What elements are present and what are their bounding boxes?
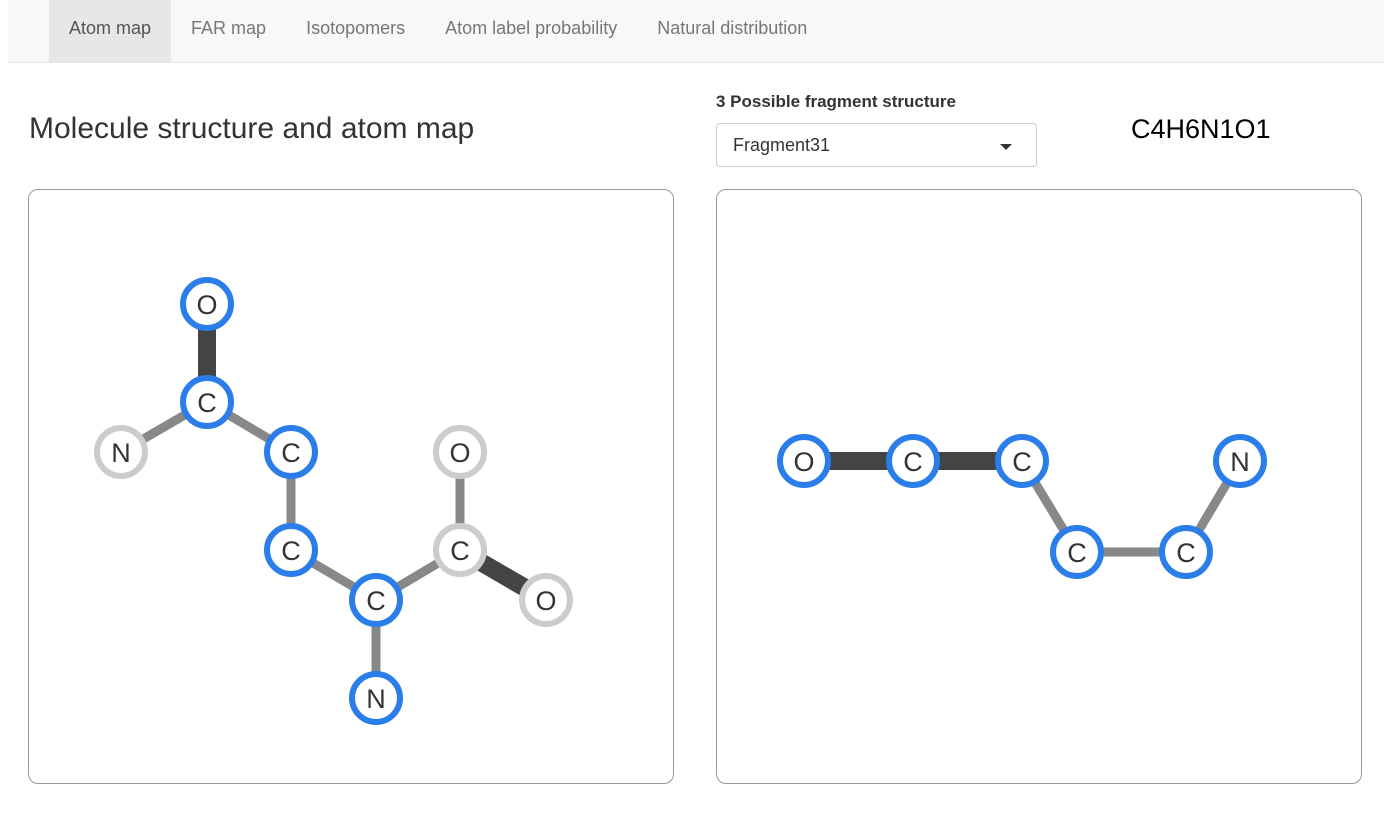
atom-node-c1[interactable]: C	[180, 375, 234, 429]
page-title: Molecule structure and atom map	[29, 112, 475, 145]
atom-node-n2[interactable]: N	[349, 671, 403, 725]
atom-node-o3[interactable]: O	[519, 573, 573, 627]
atom-label: C	[281, 438, 301, 468]
atom-node-fo[interactable]: O	[777, 434, 831, 488]
tab-bar: Atom map FAR map Isotopomers Atom label …	[49, 0, 827, 62]
atom-label: C	[903, 447, 923, 477]
tab-isotopomers[interactable]: Isotopomers	[286, 0, 425, 62]
atom-node-fc4[interactable]: C	[1159, 525, 1213, 579]
fragment-formula: C4H6N1O1	[1131, 114, 1271, 144]
atom-label: O	[449, 438, 470, 468]
tab-far-map[interactable]: FAR map	[171, 0, 286, 62]
atom-node-fn[interactable]: N	[1213, 434, 1267, 488]
atom-label: N	[366, 684, 386, 714]
atom-label: C	[281, 536, 301, 566]
atom-node-fc2[interactable]: C	[995, 434, 1049, 488]
fragment-select-value: Fragment31	[733, 135, 831, 155]
atom-label: O	[793, 447, 814, 477]
atom-node-fc3[interactable]: C	[1050, 525, 1104, 579]
atom-node-cc[interactable]: C	[433, 523, 487, 577]
atom-node-c2[interactable]: C	[264, 425, 318, 479]
atom-node-c3[interactable]: C	[264, 523, 318, 577]
atom-label: C	[197, 388, 217, 418]
atom-node-o1[interactable]: O	[180, 277, 234, 331]
caret-down-icon	[1000, 144, 1012, 150]
atom-label: O	[535, 586, 556, 616]
tab-atom-map[interactable]: Atom map	[49, 0, 172, 62]
fragment-structure-panel: O C C C C N	[716, 189, 1362, 784]
atom-label: O	[196, 290, 217, 320]
molecule-structure-panel: O C N C C C N C O O	[28, 189, 674, 784]
fragment-graph: O C C C C N	[777, 434, 1267, 579]
atom-node-ca[interactable]: C	[349, 573, 403, 627]
tab-atom-label-probability[interactable]: Atom label probability	[425, 0, 637, 62]
molecule-graph: O C N C C C N C O O	[94, 277, 573, 725]
fragment-select-label: 3 Possible fragment structure	[716, 92, 956, 111]
atom-node-fc1[interactable]: C	[886, 434, 940, 488]
fragment-select[interactable]: Fragment31	[716, 123, 1037, 167]
atom-label: C	[1067, 538, 1087, 568]
atom-label: N	[111, 438, 131, 468]
atom-label: C	[366, 586, 386, 616]
atom-label: N	[1230, 447, 1250, 477]
atom-label: C	[1012, 447, 1032, 477]
atom-label: C	[1176, 538, 1196, 568]
atom-node-n1[interactable]: N	[94, 425, 148, 479]
tab-natural-distribution[interactable]: Natural distribution	[637, 0, 827, 62]
atom-label: C	[450, 536, 470, 566]
navbar: Atom map FAR map Isotopomers Atom label …	[8, 0, 1384, 63]
atom-node-o2[interactable]: O	[433, 425, 487, 479]
